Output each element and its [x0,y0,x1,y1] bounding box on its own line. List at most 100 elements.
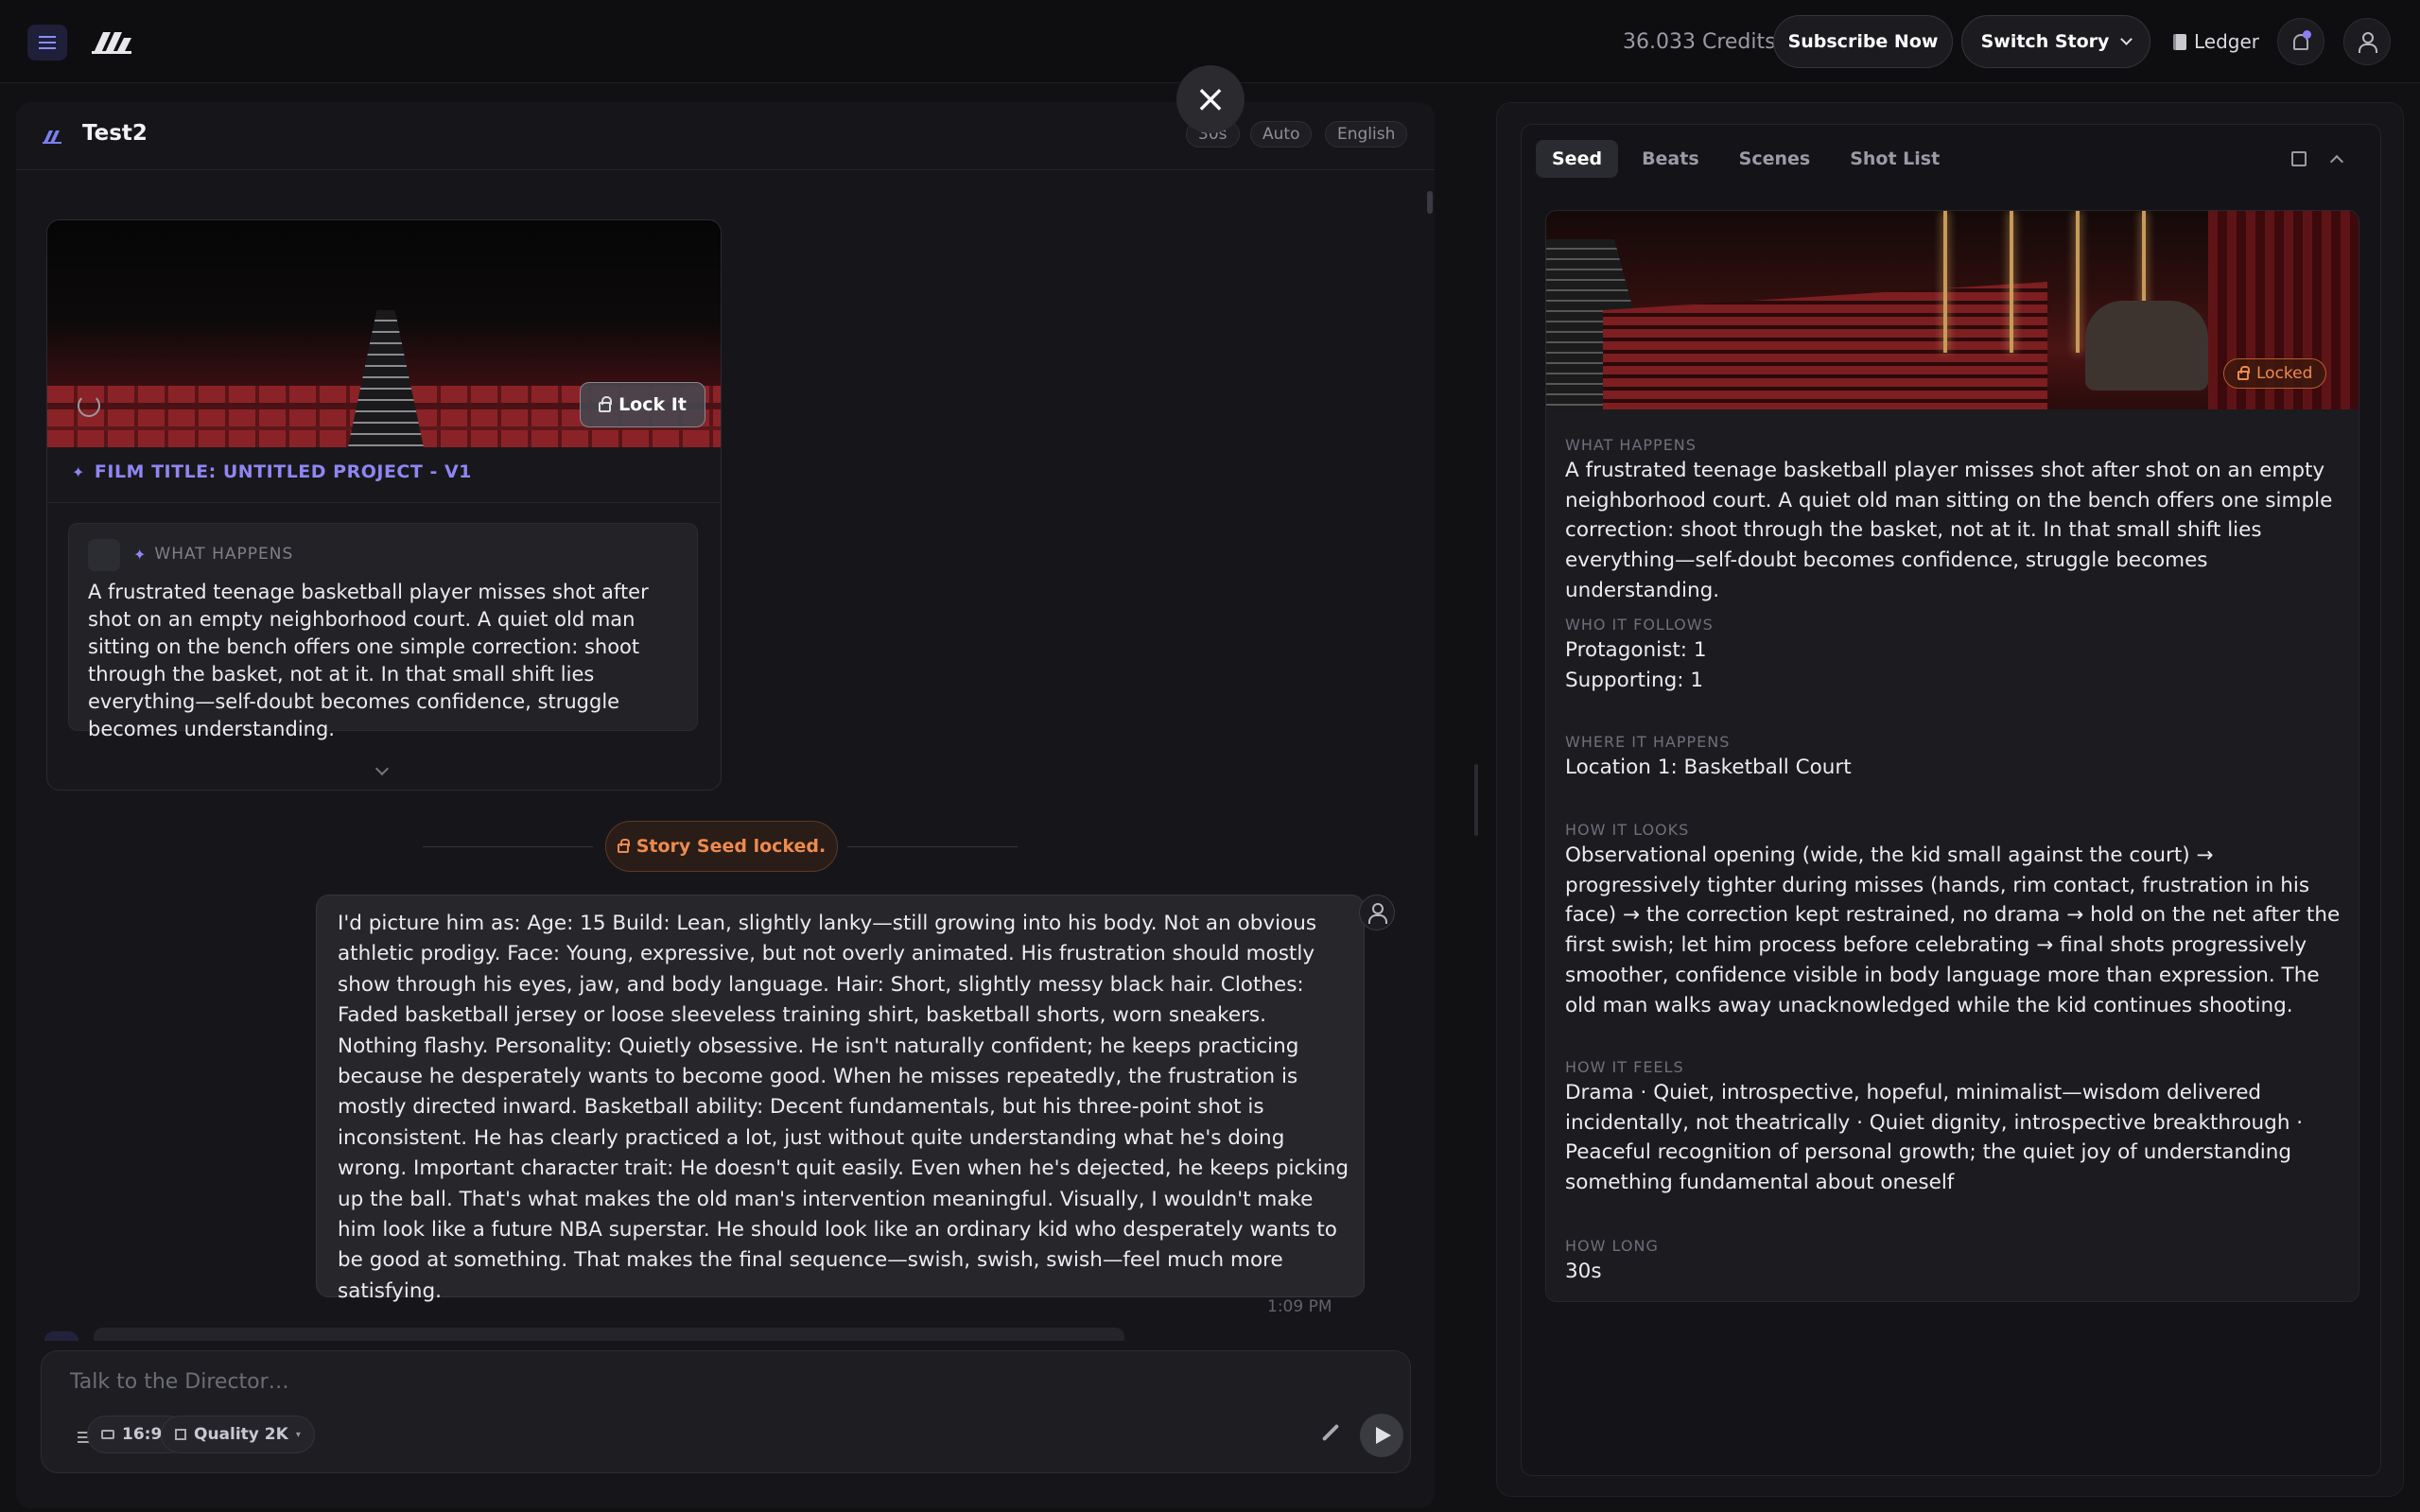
expand-icon[interactable] [2291,151,2307,166]
composer: Talk to the Director… 16:9 ▾ Quality 2K ▾ [41,1350,1411,1473]
menu-icon[interactable] [27,25,67,61]
panel-splitter[interactable] [1474,764,1478,836]
close-icon: × [1194,78,1227,121]
wall-light [2076,211,2080,353]
chat-scrollbar[interactable] [1427,191,1433,214]
send-button[interactable] [1360,1414,1403,1457]
field-where-it-happens: WHERE IT HAPPENS Location 1: Basketball … [1565,733,2350,783]
message-text: I'd picture him as: Age: 15 Build: Lean,… [338,912,1349,1303]
chevron-down-icon [2120,32,2133,45]
refresh-icon[interactable] [78,394,100,417]
seed-locked-text: Story Seed locked. [635,836,827,857]
what-happens-label-text: WHAT HAPPENS [154,545,294,564]
story-panel-inner: Seed Beats Scenes Shot List Locked WHAT … [1521,124,2381,1476]
close-button[interactable]: × [1176,65,1245,133]
select-checkbox[interactable] [88,539,120,571]
field-label: WHERE IT HAPPENS [1565,733,1731,751]
field-value: Location 1: Basketball Court [1565,756,1852,779]
field-value: 30s [1565,1260,1602,1283]
switch-story-button[interactable]: Switch Story [1961,15,2150,68]
lock-icon [617,839,630,853]
what-happens-card: ✦ WHAT HAPPENS A frustrated teenage baske… [68,523,698,740]
seed-summary-card: Locked WHAT HAPPENS A frustrated teenage… [1545,210,2359,1302]
seed-image: Lock It [47,220,721,447]
account-button[interactable] [2343,18,2391,65]
lock-it-label: Lock It [618,394,687,415]
quality-icon [175,1429,186,1440]
mode-tag[interactable]: Auto [1250,121,1313,148]
seed-locked-badge: Story Seed locked. [605,821,838,872]
field-value: A frustrated teenage basketball player m… [1565,459,2333,602]
director-chat-panel: Test2 30s Auto English Lock It ✦ FILM TIT… [16,102,1435,1508]
field-how-it-feels: HOW IT FEELS Drama · Quiet, introspectiv… [1565,1058,2350,1198]
field-how-it-looks: HOW IT LOOKS Observational opening (wide… [1565,821,2350,1020]
message-timestamp: 1:09 PM [1267,1297,1332,1316]
switch-story-label: Switch Story [1980,31,2110,52]
credits-balance: 36.033 Credits [1623,30,1776,54]
subscribe-label: Subscribe Now [1787,31,1939,52]
field-label: WHO IT FOLLOWS [1565,616,1714,634]
story-panel: Seed Beats Scenes Shot List Locked WHAT … [1496,102,2404,1497]
locked-badge-label: Locked [2256,364,2313,383]
seed-image: Locked [1546,211,2359,409]
collapse-icon[interactable] [2329,154,2344,169]
ledger-icon [2173,33,2186,50]
field-label: HOW IT LOOKS [1565,821,1690,839]
quality-select[interactable]: Quality 2K ▾ [161,1416,315,1453]
what-happens-label: ✦ WHAT HAPPENS [133,545,293,564]
aspect-icon [101,1430,114,1439]
field-label: WHAT HAPPENS [1565,436,1697,454]
seed-locked-row: Story Seed locked. [423,821,1037,872]
ledger-label: Ledger [2194,30,2260,53]
sparkle-icon: ✦ [72,462,85,481]
user-icon [2357,31,2377,53]
language-tag[interactable]: English [1325,121,1408,148]
what-happens-text: A frustrated teenage basketball player m… [88,581,649,740]
sparkle-icon: ✦ [133,545,148,564]
field-label: HOW IT FEELS [1565,1058,1684,1076]
locked-badge: Locked [2223,358,2327,389]
chat-input[interactable]: Talk to the Director… [70,1370,289,1394]
field-label: HOW LONG [1565,1237,1659,1255]
director-avatar [44,1331,78,1341]
seats-graphic [1603,282,2047,409]
subscribe-button[interactable]: Subscribe Now [1773,15,1953,68]
magic-wand-icon[interactable] [1321,1423,1340,1442]
wall-light [2010,211,2013,353]
caret-down-icon: ▾ [295,1429,301,1440]
tab-seed[interactable]: Seed [1536,140,1619,178]
next-message-bubble [94,1328,1124,1341]
tab-scenes[interactable]: Scenes [1723,140,1827,178]
divider-line [423,846,593,847]
avatar [1359,895,1395,930]
film-title: ✦ FILM TITLE: UNTITLED PROJECT - V1 [72,461,472,482]
lock-icon [599,395,613,412]
story-seed-card: Lock It ✦ FILM TITLE: UNTITLED PROJECT - … [46,219,722,791]
field-what-happens: WHAT HAPPENS A frustrated teenage basket… [1565,436,2350,606]
user-message: I'd picture him as: Age: 15 Build: Lean,… [316,895,1365,1303]
ledger-link[interactable]: Ledger [2173,30,2259,53]
notifications-button[interactable] [2277,18,2324,65]
field-how-long: HOW LONG 30s [1565,1237,2350,1287]
project-title: Test2 [82,121,148,146]
story-tabs: Seed Beats Scenes Shot List [1536,140,1956,178]
aspect-ratio-value: 16:9 [122,1425,163,1444]
field-value: Observational opening (wide, the kid sma… [1565,843,2341,1017]
lock-it-button[interactable]: Lock It [580,382,705,427]
film-title-text: FILM TITLE: UNTITLED PROJECT - V1 [94,461,472,482]
send-icon [1376,1427,1391,1444]
quality-value: Quality 2K [194,1425,288,1444]
project-logo-icon [43,130,61,144]
tab-shot-list[interactable]: Shot List [1834,140,1956,178]
divider [47,502,721,503]
stairs-graphic [348,310,424,447]
field-who-it-follows: WHO IT FOLLOWS Protagonist: 1 Supporting… [1565,616,2350,695]
divider-line [847,846,1018,847]
field-value: Drama · Quiet, introspective, hopeful, m… [1565,1081,2304,1195]
expand-chevron-icon[interactable] [374,761,390,776]
app-logo[interactable] [90,26,133,59]
chair-graphic [2085,301,2208,391]
lock-icon [2237,366,2250,380]
field-value: Protagonist: 1 Supporting: 1 [1565,638,1707,692]
tab-beats[interactable]: Beats [1626,140,1715,178]
